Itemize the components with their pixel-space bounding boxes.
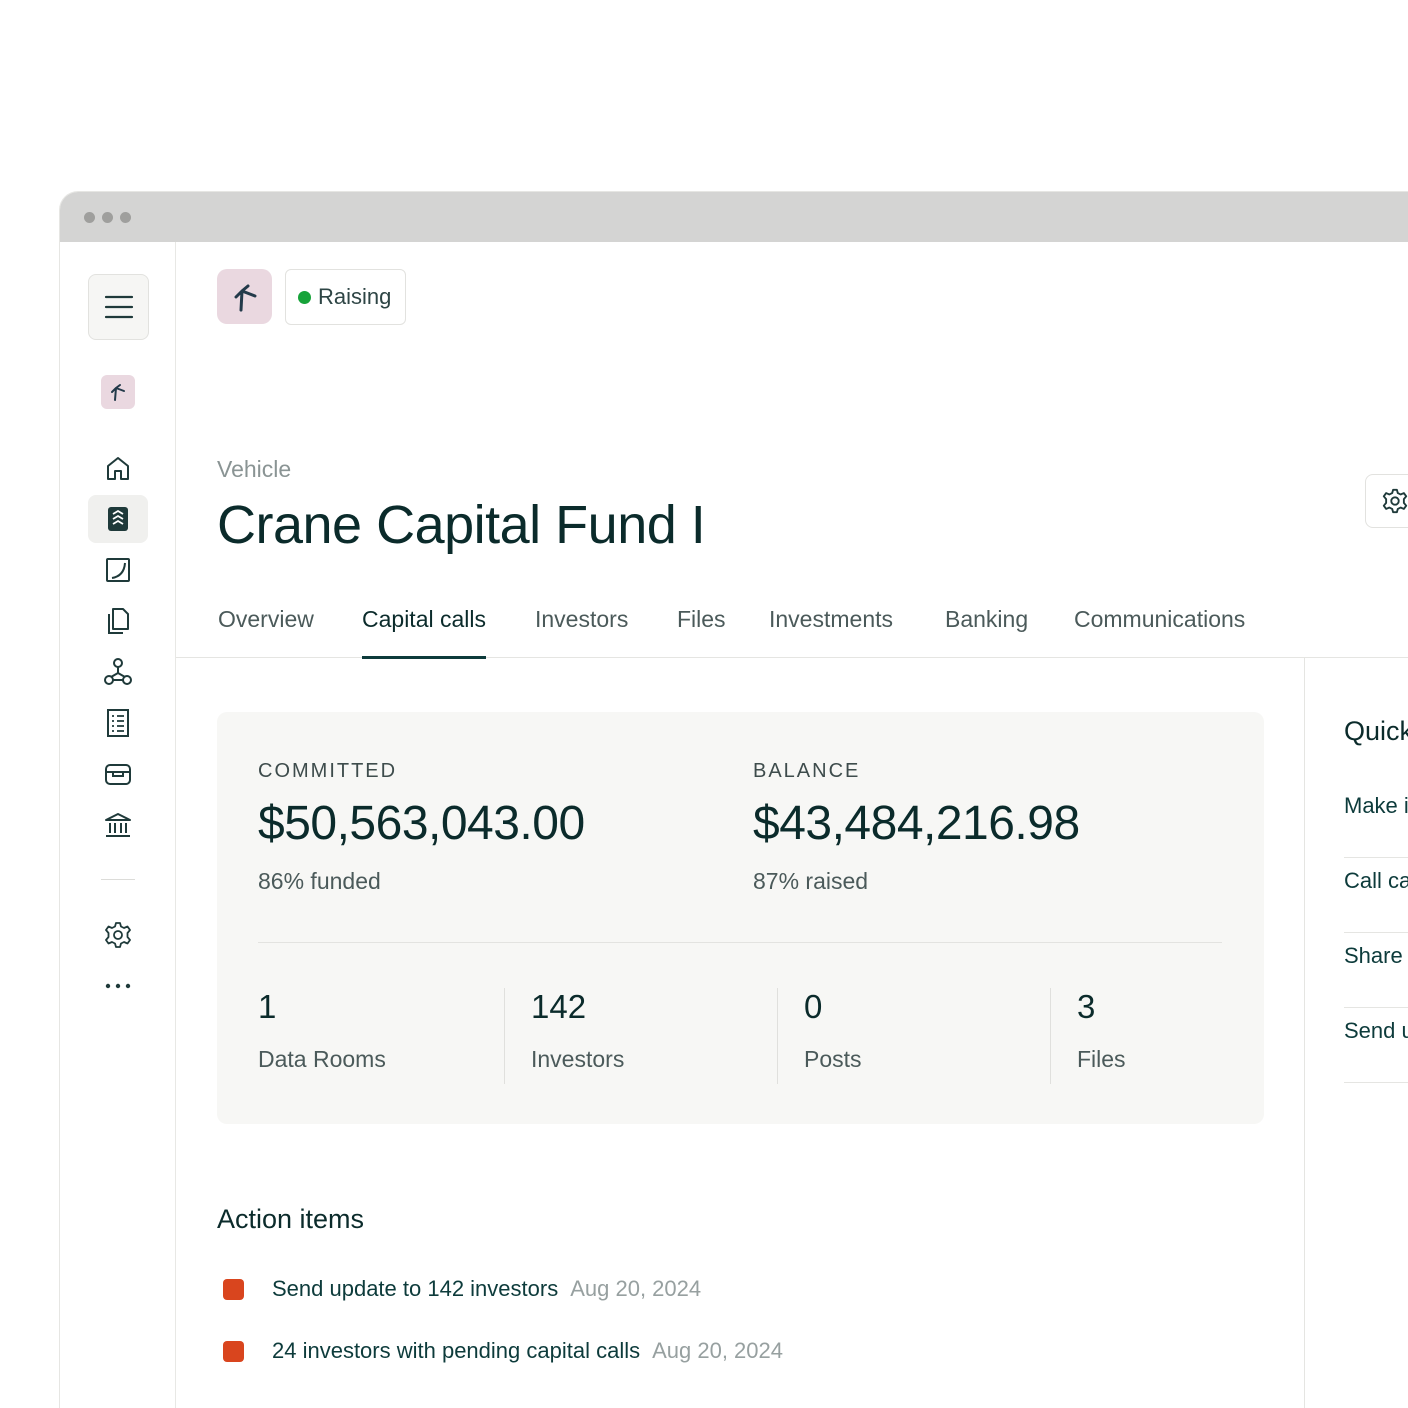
crane-logo-icon (234, 284, 256, 311)
window-close-dot[interactable] (84, 211, 95, 223)
tab-overview[interactable]: Overview (218, 606, 314, 658)
stat-label: Investors (531, 1046, 625, 1072)
stat-separator (504, 988, 505, 1084)
hamburger-icon (104, 295, 133, 319)
fund-logo (217, 269, 272, 324)
window-minimize-dot[interactable] (102, 211, 113, 223)
gear-icon (1382, 488, 1408, 514)
quick-action-link[interactable]: Make i (1344, 783, 1408, 858)
sidebar-item-notes[interactable] (88, 546, 148, 594)
stat-number: 1 (258, 988, 277, 1025)
balance-sub: 87% raised (753, 868, 869, 894)
crane-logo-icon (111, 384, 125, 401)
home-icon (107, 457, 129, 480)
receipt-icon (107, 709, 129, 737)
tab-communications[interactable]: Communications (1074, 606, 1245, 658)
stat-files[interactable]: 3 Files (1077, 988, 1126, 1086)
quick-action-link[interactable]: Send u (1344, 1008, 1408, 1083)
action-item-text: 24 investors with pending capital calls (272, 1338, 641, 1363)
stat-label: Posts (804, 1046, 862, 1072)
sidebar-item-wallet[interactable] (88, 750, 148, 798)
stat-investors[interactable]: 142 Investors (531, 988, 624, 1086)
tab-investors[interactable]: Investors (535, 606, 628, 658)
quick-actions-heading: Quick (1344, 716, 1408, 746)
more-icon (105, 983, 131, 989)
stat-number: 3 (1077, 988, 1096, 1025)
card-divider (258, 942, 1222, 943)
committed-label: COMMITTED (258, 760, 398, 782)
committed-value: $50,563,043.00 (258, 797, 585, 850)
menu-button[interactable] (88, 274, 149, 340)
priority-marker (223, 1278, 244, 1300)
ledger-icon (108, 507, 128, 531)
committed-sub: 86% funded (258, 868, 381, 894)
page-title: Crane Capital Fund I (217, 495, 706, 555)
sidebar-item-capital-calls[interactable] (88, 495, 148, 543)
files-icon (108, 608, 129, 634)
stat-number: 0 (804, 988, 823, 1025)
stat-posts[interactable]: 0 Posts (804, 988, 862, 1086)
stat-label: Data Rooms (258, 1046, 386, 1072)
stat-data-rooms[interactable]: 1 Data Rooms (258, 988, 386, 1086)
balance-value: $43,484,216.98 (753, 797, 1080, 850)
stat-label: Files (1077, 1046, 1126, 1072)
action-item-date: Aug 20, 2024 (652, 1338, 783, 1363)
tab-banking[interactable]: Banking (945, 606, 1028, 658)
quick-action-link[interactable]: Share (1344, 933, 1408, 1008)
tab-investments[interactable]: Investments (769, 606, 893, 658)
window-maximize-dot[interactable] (120, 211, 131, 223)
sidebar-item-more[interactable] (88, 962, 148, 1010)
tab-capital-calls[interactable]: Capital calls (362, 606, 486, 659)
action-item-date: Aug 20, 2024 (570, 1276, 702, 1301)
panel-divider (1304, 658, 1305, 1408)
main-content: Raising Vehicle Crane Capital Fund I Ove… (176, 242, 1408, 1408)
quick-action-link[interactable]: Call ca (1344, 858, 1408, 933)
status-dot (298, 290, 311, 304)
sidebar-item-banking[interactable] (88, 801, 148, 849)
action-item-text: Send update to 142 investors (272, 1276, 559, 1301)
sidebar-item-home[interactable] (88, 444, 148, 492)
sidebar (60, 242, 176, 1408)
action-item[interactable]: Send update to 142 investors Aug 20, 202… (223, 1276, 701, 1302)
status-badge: Raising (285, 269, 407, 325)
sidebar-item-reports[interactable] (88, 699, 148, 747)
sidebar-item-settings[interactable] (88, 911, 148, 959)
sidebar-item-network[interactable] (88, 648, 148, 696)
stats-card: COMMITTED $50,563,043.00 86% funded BALA… (217, 712, 1264, 1124)
gear-icon (105, 922, 131, 948)
stat-separator (1050, 988, 1051, 1084)
tab-files[interactable]: Files (677, 606, 726, 658)
stat-separator (777, 988, 778, 1084)
tab-bar: Overview Capital calls Investors Files I… (176, 606, 1408, 659)
status-text: Raising (318, 284, 392, 309)
title-bar (60, 192, 1408, 242)
wallet-icon (105, 764, 131, 785)
vehicle-label: Vehicle (217, 456, 292, 482)
stat-number: 142 (531, 988, 587, 1025)
action-item[interactable]: 24 investors with pending capital calls … (223, 1338, 783, 1364)
sidebar-divider (101, 879, 135, 880)
priority-marker (223, 1340, 244, 1362)
document-corner-icon (106, 558, 130, 582)
action-items-heading: Action items (217, 1204, 365, 1234)
balance-label: BALANCE (753, 760, 861, 782)
fund-settings-button[interactable] (1365, 474, 1408, 528)
app-window: Raising Vehicle Crane Capital Fund I Ove… (60, 192, 1408, 1408)
sidebar-item-files[interactable] (88, 597, 148, 645)
network-icon (104, 658, 132, 685)
bank-icon (105, 813, 131, 837)
org-logo[interactable] (101, 375, 135, 409)
